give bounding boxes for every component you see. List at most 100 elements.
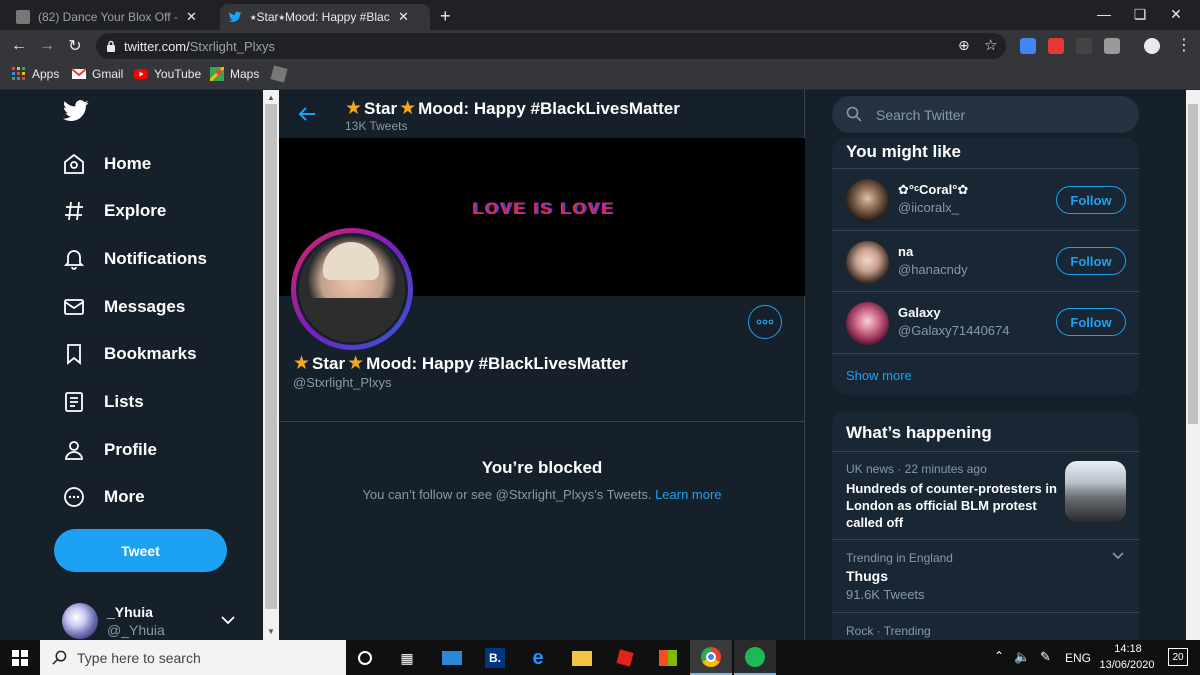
notification-center-icon[interactable]: 20	[1168, 648, 1188, 666]
suggestion-name: ✿°ᶜCoral°✿	[898, 182, 969, 197]
news-meta: UK news · 22 minutes ago	[846, 462, 987, 476]
scroll-down-icon[interactable]: ▼	[267, 627, 275, 636]
browser-tab-roblox[interactable]: (82) Dance Your Blox Off - Roblox ✕	[8, 4, 218, 30]
nav-item-messages[interactable]: Messages	[62, 287, 185, 327]
edge-icon[interactable]: e	[526, 646, 550, 670]
booking-app-icon[interactable]: B.	[483, 646, 507, 670]
suggestion-item[interactable]: na @hanacndy Follow	[832, 231, 1139, 292]
clock-date[interactable]: 13/06/2020	[1096, 659, 1158, 671]
profile-column: ★ Star ★ Mood: Happy #BlackLivesMatter 1…	[279, 90, 805, 640]
chevron-down-icon[interactable]	[1112, 552, 1124, 560]
roblox-app-icon[interactable]	[613, 646, 637, 670]
learn-more-link[interactable]: Learn more	[655, 487, 721, 502]
nav-item-explore[interactable]: Explore	[62, 191, 166, 231]
twitter-logo-icon[interactable]	[63, 100, 89, 122]
restore-icon[interactable]: ❏	[1122, 0, 1158, 28]
scroll-up-icon[interactable]: ▲	[267, 93, 275, 102]
blocked-message: You can’t follow or see @Stxrlight_Plxys…	[279, 487, 805, 502]
follow-button[interactable]: Follow	[1056, 247, 1126, 275]
minimize-icon[interactable]: —	[1086, 0, 1122, 28]
page-scrollbar[interactable]: ▲ ▼	[263, 90, 279, 640]
extension-3-icon[interactable]	[1076, 38, 1092, 54]
close-tab-icon[interactable]: ✕	[398, 9, 409, 25]
bookmark-youtube[interactable]: YouTube	[134, 67, 201, 81]
trend-item[interactable]: Trending in England Thugs 91.6K Tweets	[832, 540, 1139, 612]
bookmark-apps[interactable]: Apps	[12, 67, 59, 81]
extension-2-icon[interactable]	[1048, 38, 1064, 54]
blocked-text: You can’t follow or see @Stxrlight_Plxys…	[362, 487, 652, 502]
pen-icon[interactable]: ✎	[1040, 649, 1051, 665]
store-icon[interactable]	[656, 646, 680, 670]
browser-tab-twitter[interactable]: ⭑Star⭑Mood: Happy #BlackLivesMatter ✕	[220, 4, 430, 30]
search-input[interactable]: Search Twitter	[832, 96, 1139, 133]
star-emoji-icon: ★	[345, 98, 363, 119]
language-indicator[interactable]: ENG	[1065, 651, 1091, 665]
bookmark-label: Apps	[32, 67, 60, 81]
news-item[interactable]: UK news · 22 minutes ago Hundreds of cou…	[832, 452, 1139, 539]
back-arrow-icon[interactable]: ←	[8, 35, 30, 57]
scrollbar-thumb[interactable]	[1188, 104, 1198, 424]
show-more-link[interactable]: Show more	[846, 368, 912, 383]
add-icon[interactable]: ⊕	[958, 37, 970, 54]
chrome-taskbar-button[interactable]	[690, 640, 732, 675]
follow-button[interactable]: Follow	[1056, 308, 1126, 336]
file-explorer-icon[interactable]	[570, 646, 594, 670]
extension-4-icon[interactable]	[1104, 38, 1120, 54]
spotify-taskbar-button[interactable]	[734, 640, 776, 675]
profile-avatar-icon[interactable]	[1144, 38, 1160, 54]
tweet-button[interactable]: Tweet	[54, 529, 227, 572]
address-bar[interactable]: twitter.com/Stxrlight_Plxys ⊕ ☆	[96, 33, 1006, 59]
follow-button[interactable]: Follow	[1056, 186, 1126, 214]
profile-avatar[interactable]	[291, 228, 413, 350]
back-arrow-icon[interactable]	[298, 106, 316, 122]
account-switcher[interactable]: _Yhuia @_Yhuia	[62, 601, 252, 641]
suggestion-avatar	[846, 179, 889, 222]
account-handle: @_Yhuia	[107, 622, 165, 638]
bookmark-star-icon[interactable]: ☆	[984, 36, 997, 54]
chevron-up-icon[interactable]: ⌃	[994, 649, 1004, 663]
forward-arrow-icon[interactable]: →	[36, 35, 58, 57]
windows-start-icon[interactable]	[12, 650, 28, 666]
taskbar-search-input[interactable]: Type here to search	[40, 640, 346, 675]
browser-toolbar: ← → ↻ twitter.com/Stxrlight_Plxys ⊕ ☆ ⋮	[0, 30, 1200, 62]
clock-time[interactable]: 14:18	[1100, 643, 1156, 655]
bookmark-gmail[interactable]: Gmail	[72, 67, 123, 81]
more-dots-icon	[756, 319, 774, 325]
speaker-icon[interactable]: 🔈	[1014, 649, 1030, 665]
reload-icon[interactable]: ↻	[64, 35, 86, 57]
right-scrollbar[interactable]	[1186, 90, 1200, 640]
nav-item-lists[interactable]: Lists	[62, 382, 144, 422]
profile-display-name: ★ Star ★ Mood: Happy #BlackLivesMatter	[293, 352, 628, 375]
roblox-favicon-icon	[16, 10, 30, 24]
whats-happening-card: What’s happening UK news · 22 minutes ag…	[832, 411, 1139, 651]
profile-more-button[interactable]	[748, 305, 782, 339]
you-might-like-card: You might like ✿°ᶜCoral°✿ @iicoralx_ Fol…	[832, 138, 1139, 395]
bell-icon	[63, 250, 85, 270]
nav-item-bookmarks[interactable]: Bookmarks	[62, 334, 197, 374]
cortana-icon[interactable]	[353, 646, 377, 670]
star-emoji-icon: ★	[399, 98, 417, 119]
nav-item-profile[interactable]: Profile	[62, 430, 157, 470]
suggestion-item[interactable]: ✿°ᶜCoral°✿ @iicoralx_ Follow	[832, 169, 1139, 230]
close-tab-icon[interactable]: ✕	[186, 9, 197, 25]
nav-item-notifications[interactable]: Notifications	[62, 239, 207, 279]
task-view-icon[interactable]: ▦	[395, 646, 419, 670]
bookmark-label: Maps	[230, 67, 260, 81]
scrollbar-thumb[interactable]	[265, 104, 277, 609]
mail-app-icon[interactable]	[440, 646, 464, 670]
apps-grid-icon	[12, 67, 25, 80]
bookmark-maps[interactable]: Maps	[210, 67, 259, 81]
nav-item-more[interactable]: More	[62, 477, 145, 517]
new-tab-button[interactable]: +	[440, 6, 451, 27]
extension-1-icon[interactable]	[1020, 38, 1036, 54]
menu-kebab-icon[interactable]: ⋮	[1176, 35, 1192, 55]
nav-item-home[interactable]: Home	[62, 144, 151, 184]
account-avatar	[62, 603, 98, 639]
trend-meta: Trending in England	[846, 551, 953, 565]
suggestion-item[interactable]: Galaxy @Galaxy71440674 Follow	[832, 292, 1139, 353]
bookmark-roblox[interactable]	[270, 65, 292, 83]
star-emoji-icon: ★	[293, 353, 311, 374]
nav-label: Home	[104, 154, 152, 173]
close-window-icon[interactable]: ✕	[1158, 0, 1194, 28]
suggestion-handle: @Galaxy71440674	[898, 323, 1010, 338]
